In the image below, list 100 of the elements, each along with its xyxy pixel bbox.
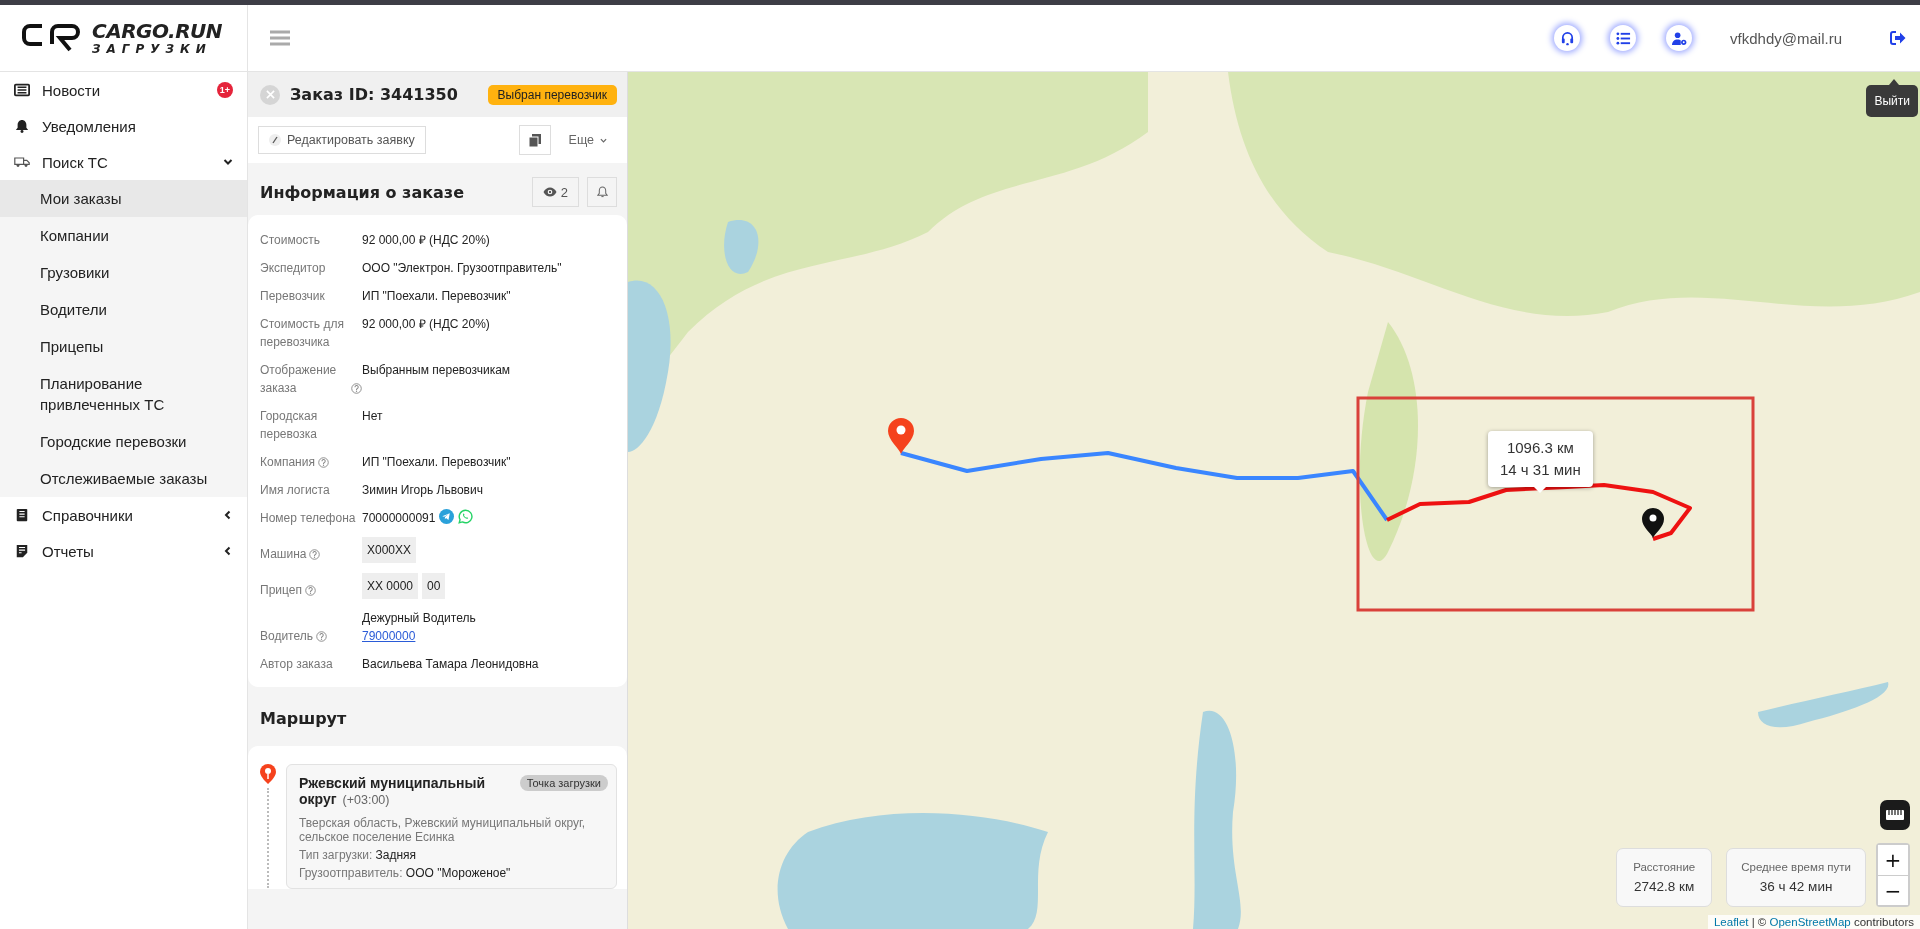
- sidebar-item[interactable]: Новости 1+: [0, 72, 247, 108]
- help-icon[interactable]: [317, 457, 329, 468]
- views-button[interactable]: 2: [531, 177, 579, 207]
- field-label: Машина: [260, 546, 307, 563]
- field-label: Имя логиста: [260, 482, 330, 499]
- truck-icon: [14, 155, 30, 169]
- chevron-left-icon: [223, 510, 233, 520]
- field-value: ИП "Поехали. Перевозчик": [362, 454, 511, 471]
- phone-link[interactable]: 79000000: [362, 627, 416, 645]
- sidebar-subitem[interactable]: Городские перевозки: [0, 423, 247, 460]
- field-label: Номер телефона: [260, 510, 356, 527]
- map-attribution: Leaflet | © OpenStreetMap contributors: [1707, 915, 1920, 929]
- newspaper-icon: [14, 83, 30, 97]
- start-pin-icon[interactable]: [888, 418, 914, 454]
- openstreetmap-link[interactable]: OpenStreetMap: [1769, 916, 1851, 928]
- whatsapp-icon[interactable]: [458, 509, 474, 524]
- user-gear-icon: [1671, 30, 1687, 46]
- book-icon: [14, 508, 30, 522]
- logout-tooltip: Выйти: [1866, 85, 1918, 117]
- more-dropdown[interactable]: Еще: [558, 127, 617, 153]
- plate-number: XX 0000: [362, 573, 419, 599]
- copy-icon: [528, 133, 541, 147]
- help-icon[interactable]: [351, 383, 362, 394]
- segment-distance: 1096.3 км: [1505, 438, 1575, 458]
- copy-button[interactable]: [518, 125, 551, 155]
- bell-button[interactable]: [587, 177, 617, 207]
- sidebar-subitem[interactable]: Грузовики: [0, 254, 247, 291]
- logout-icon[interactable]: [1890, 31, 1906, 45]
- section-title: Маршрут: [259, 708, 348, 730]
- headset-button[interactable]: [1554, 25, 1581, 51]
- report-icon: [14, 544, 30, 558]
- field-label: Экспедитор: [260, 260, 326, 277]
- stat-label: Среднее время пути: [1741, 861, 1851, 873]
- help-icon[interactable]: [304, 585, 316, 596]
- eye-icon: [542, 187, 557, 197]
- field-label: Стоимость: [260, 232, 321, 249]
- stat-value: 36 ч 42 мин: [1758, 879, 1834, 894]
- point-detail: Тип загрузки: Задняя: [299, 848, 418, 862]
- headset-icon: [1559, 30, 1575, 46]
- close-icon: [265, 90, 275, 99]
- leaflet-link[interactable]: Leaflet: [1713, 916, 1749, 928]
- sidebar-subitem[interactable]: Мои заказы: [0, 180, 247, 217]
- sidebar-item[interactable]: Справочники: [0, 497, 247, 533]
- field-value: Дежурный Водитель: [362, 610, 476, 627]
- field-label: Стоимость для перевозчика: [260, 316, 345, 351]
- sidebar-subitem[interactable]: Компании: [0, 217, 247, 254]
- logo-icon: [22, 22, 82, 54]
- field-value: Васильева Тамара Леонидовна: [362, 656, 539, 673]
- telegram-icon[interactable]: [439, 509, 455, 524]
- section-title: Информация о заказе: [260, 182, 465, 202]
- pencil-icon: [269, 134, 281, 146]
- field-value: ИП "Поехали. Перевозчик": [362, 288, 511, 305]
- point-address: Тверская область, Ржевский муниципальный округ, сельское поселение Есинка: [299, 816, 587, 844]
- bell-icon: [596, 186, 608, 198]
- status-badge: Выбран перевозчик: [487, 84, 617, 105]
- plate-number: 00: [422, 573, 446, 599]
- field-label: Городская перевозка: [260, 408, 319, 443]
- sidebar-subitem[interactable]: Планирование привлеченных ТС: [0, 365, 247, 423]
- field-value: Нет: [362, 408, 383, 425]
- end-pin-icon[interactable]: [1642, 508, 1664, 538]
- field-value: 92 000,00 ₽ (НДС 20%): [362, 232, 490, 249]
- sidebar-item[interactable]: Уведомления: [0, 108, 247, 144]
- field-label: Перевозчик: [260, 288, 325, 305]
- ruler-icon: [1885, 809, 1905, 821]
- caret-icon: [600, 136, 607, 144]
- field-label: Автор заказа: [260, 656, 333, 673]
- field-label: Компания: [260, 454, 315, 471]
- chevron-down-icon: [223, 157, 233, 167]
- field-value: 92 000,00 ₽ (НДС 20%): [362, 316, 490, 333]
- point-type-tag: Точка загрузки: [519, 775, 608, 791]
- segment-time: 14 ч 31 мин: [1500, 460, 1581, 480]
- tooltip-pointer-icon: [1889, 79, 1899, 85]
- list-icon: [1615, 30, 1631, 46]
- sidebar-subitem[interactable]: Отслеживаемые заказы: [0, 460, 247, 497]
- stat-value: 2742.8 км: [1633, 879, 1696, 894]
- sidebar-item[interactable]: Поиск ТС: [0, 144, 247, 180]
- stat-label: Расстояние: [1632, 861, 1697, 873]
- user-email: vfkdhdy@mail.ru: [1730, 29, 1842, 47]
- zoom-out-button[interactable]: −: [1878, 875, 1908, 905]
- sidebar-item[interactable]: Отчеты: [0, 533, 247, 569]
- notification-badge: 1+: [217, 82, 233, 98]
- field-label: Отображение заказа: [260, 362, 338, 397]
- ruler-button[interactable]: [1880, 800, 1910, 830]
- sidebar-subitem[interactable]: Прицепы: [0, 328, 247, 365]
- plate-number: X000XX: [362, 537, 417, 563]
- edit-button[interactable]: Редактировать заявку: [258, 126, 426, 154]
- order-title: Заказ ID: 3441350: [290, 85, 459, 104]
- list-button[interactable]: [1610, 25, 1637, 51]
- phone-number: 70000000091: [362, 510, 436, 527]
- help-icon[interactable]: [309, 549, 321, 560]
- user-settings-button[interactable]: [1666, 25, 1693, 51]
- field-value: ООО "Электрон. Грузоотправитель": [362, 260, 562, 277]
- logo-title: CARGO.RUN: [92, 21, 222, 41]
- logo-subtitle: ЗАГРУЗКИ: [92, 43, 213, 55]
- field-label: Прицеп: [260, 582, 302, 599]
- pin-icon: [260, 764, 276, 784]
- bell-icon: [14, 119, 30, 133]
- help-icon[interactable]: [316, 631, 327, 642]
- sidebar-subitem[interactable]: Водители: [0, 291, 247, 328]
- menu-icon[interactable]: [270, 30, 290, 46]
